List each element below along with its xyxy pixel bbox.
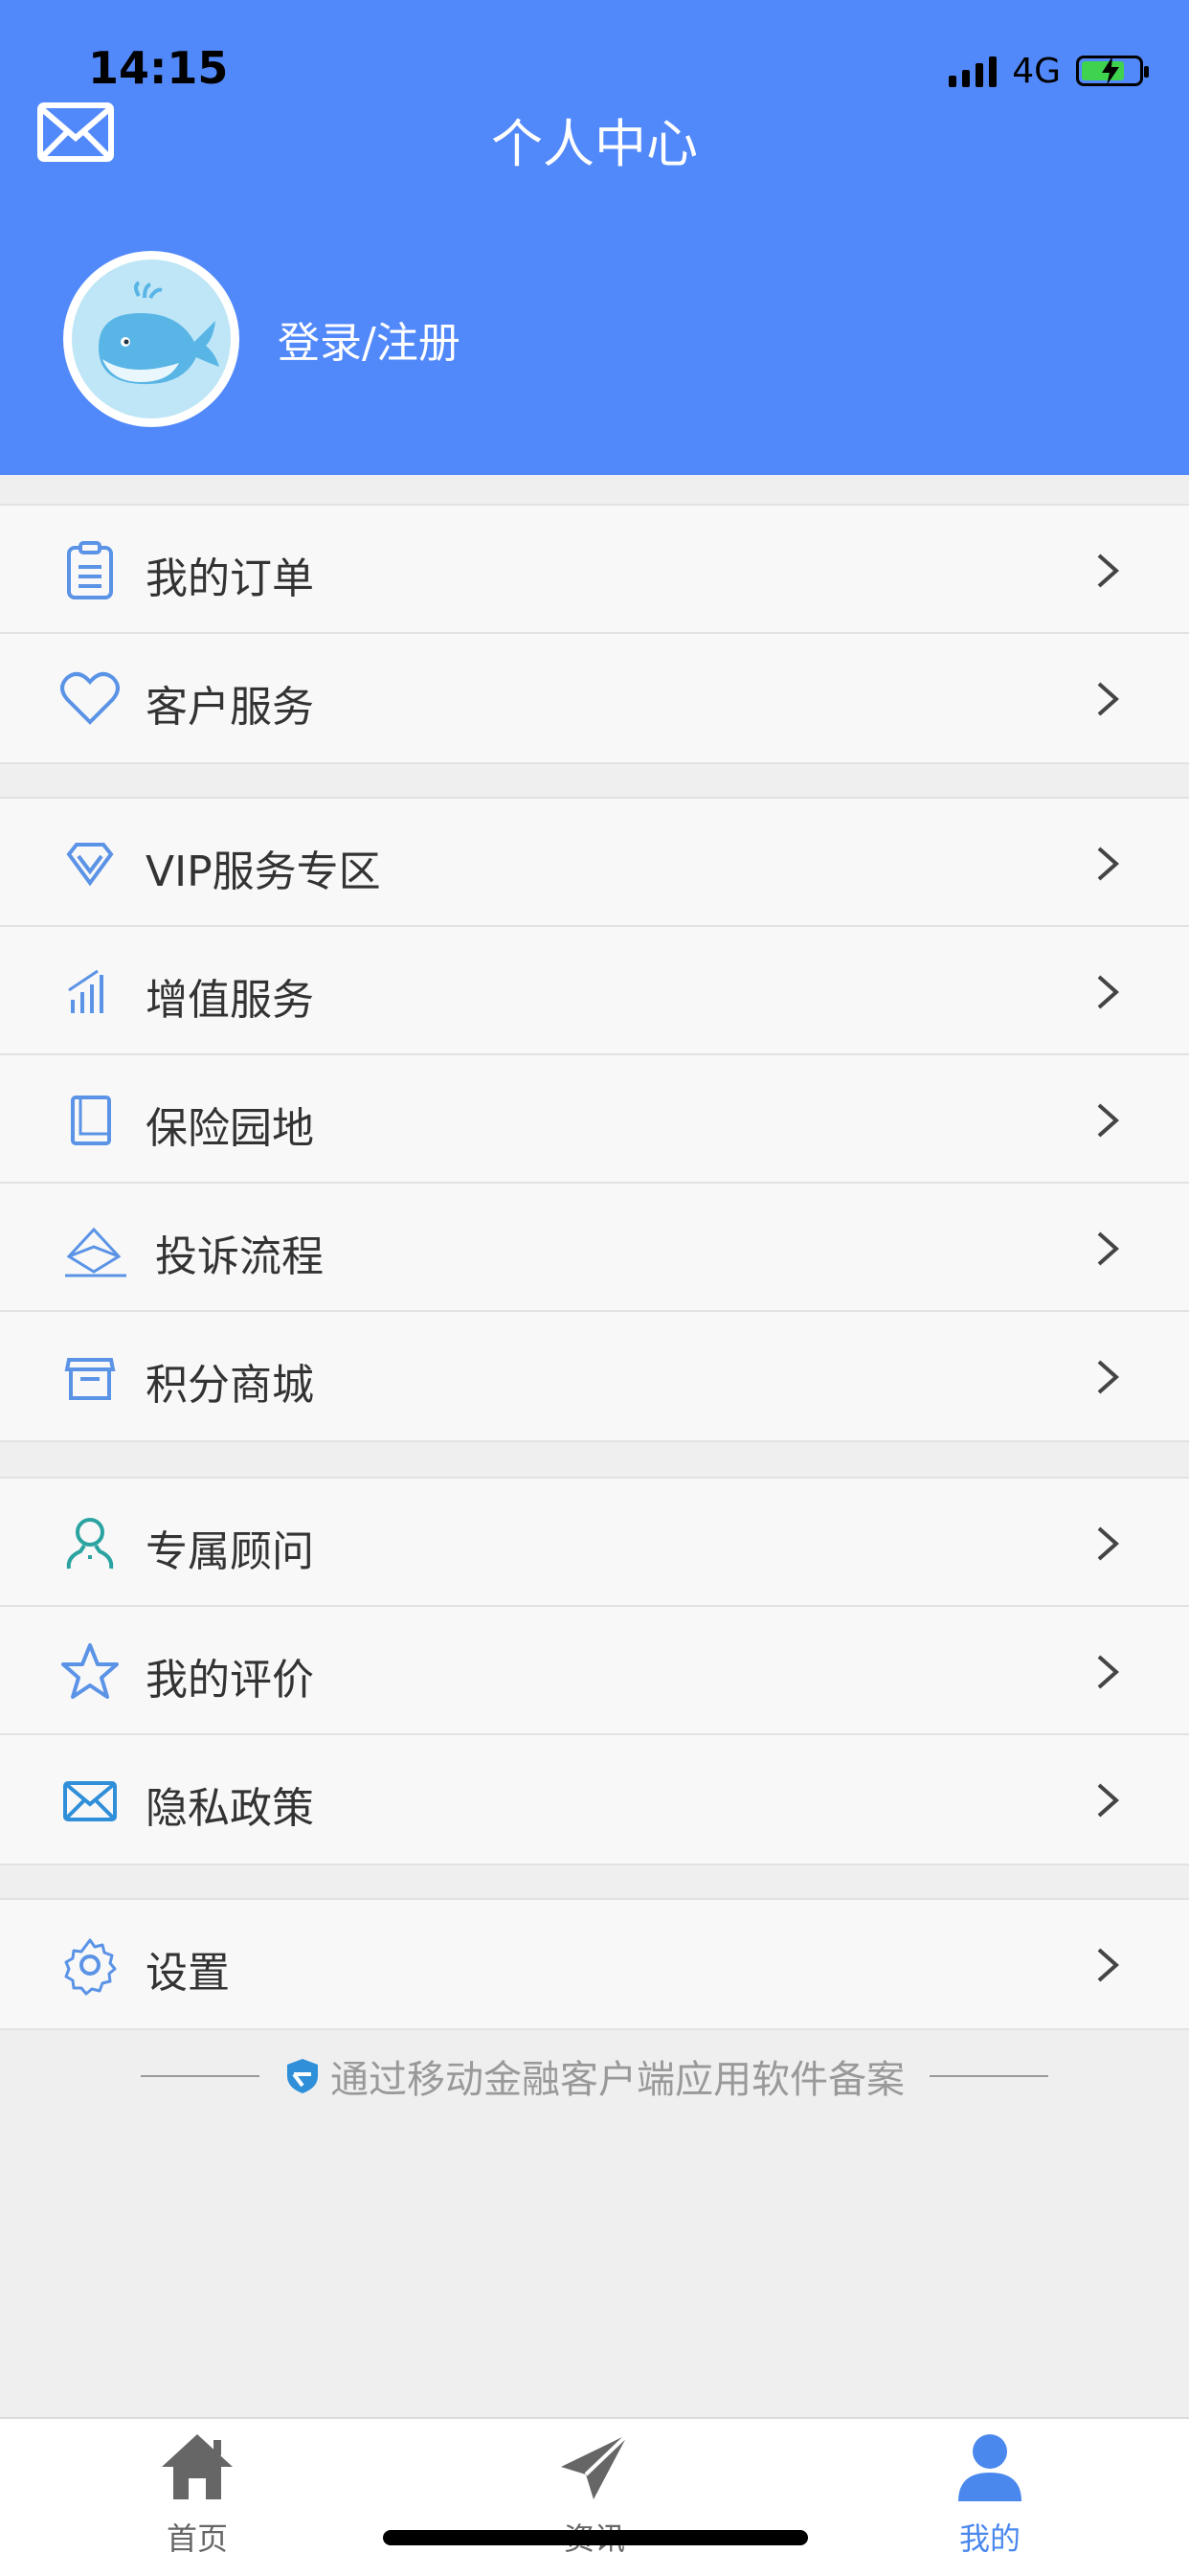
chevron-right-icon	[1097, 682, 1120, 716]
book-icon	[71, 1096, 111, 1145]
battery-icon	[1076, 56, 1149, 86]
tab-label: 我的	[958, 2520, 1021, 2557]
menu-item-label: 我的订单	[146, 554, 314, 603]
menu-item-label: 隐私政策	[146, 1784, 314, 1833]
menu-item-label: VIP服务专区	[146, 847, 381, 896]
mail-icon	[63, 1781, 117, 1821]
menu-item-label: 积分商城	[146, 1361, 314, 1410]
menu-group-services: VIP服务专区 增值服务 保险园地 投诉流程 积分商城	[0, 797, 1189, 1442]
divider	[930, 2075, 1048, 2077]
chevron-right-icon	[1097, 554, 1120, 588]
menu-item-settings[interactable]: 设置	[0, 1900, 1189, 2028]
divider	[141, 2075, 259, 2077]
envelope-open-icon	[65, 1227, 126, 1277]
profile-header: 14:15 4G 个人中心 登录/注册	[0, 0, 1189, 475]
menu-item-label: 增值服务	[146, 976, 314, 1025]
home-icon	[162, 2434, 233, 2499]
menu-item-insurance[interactable]: 保险园地	[0, 1055, 1189, 1184]
chevron-right-icon	[1097, 1103, 1120, 1138]
chevron-right-icon	[1097, 847, 1120, 881]
star-icon	[61, 1643, 119, 1699]
bar-chart-icon	[68, 969, 103, 1013]
menu-item-label: 设置	[146, 1949, 230, 1998]
chevron-right-icon	[1097, 1360, 1120, 1394]
page-title: 个人中心	[491, 114, 698, 174]
person-icon	[958, 2434, 1021, 2501]
diamond-icon	[66, 843, 114, 887]
tab-home[interactable]: 首页	[101, 2429, 293, 2559]
menu-item-points-mall[interactable]: 积分商城	[0, 1312, 1189, 1440]
menu-item-privacy-policy[interactable]: 隐私政策	[0, 1735, 1189, 1864]
chevron-right-icon	[1097, 1526, 1120, 1561]
menu-item-label: 客户服务	[146, 683, 314, 732]
status-time: 14:15	[88, 42, 229, 94]
advisor-icon	[66, 1518, 114, 1570]
paper-plane-icon	[561, 2432, 630, 2499]
menu-item-my-reviews[interactable]: 我的评价	[0, 1607, 1189, 1735]
filing-note-text: 通过移动金融客户端应用软件备案	[330, 2058, 905, 2102]
whale-icon	[99, 281, 219, 385]
menu-item-customer-service[interactable]: 客户服务	[0, 634, 1189, 762]
avatar[interactable]	[63, 251, 239, 427]
tab-bar: 首页 资讯 我的	[0, 2417, 1189, 2576]
store-icon	[64, 1358, 116, 1400]
menu-item-label: 保险园地	[146, 1104, 314, 1153]
menu-item-my-orders[interactable]: 我的订单	[0, 506, 1189, 634]
tab-label: 首页	[166, 2520, 228, 2557]
menu-item-label: 我的评价	[146, 1656, 314, 1705]
tab-mine[interactable]: 我的	[894, 2429, 1086, 2559]
signal-icon	[949, 55, 998, 87]
menu-group-settings: 设置	[0, 1898, 1189, 2030]
filing-note: 通过移动金融客户端应用软件备案	[0, 2047, 1189, 2105]
gear-icon	[64, 1938, 117, 1996]
status-indicators: 4G	[949, 50, 1149, 92]
menu-item-advisor[interactable]: 专属顾问	[0, 1479, 1189, 1607]
chevron-right-icon	[1097, 975, 1120, 1009]
login-register-link[interactable]: 登录/注册	[278, 308, 460, 370]
chevron-right-icon	[1097, 1232, 1120, 1266]
chevron-right-icon	[1097, 1655, 1120, 1689]
menu-item-value-added[interactable]: 增值服务	[0, 927, 1189, 1055]
chevron-right-icon	[1097, 1783, 1120, 1818]
home-indicator	[383, 2530, 808, 2545]
chevron-right-icon	[1097, 1948, 1120, 1982]
clipboard-icon	[67, 541, 113, 599]
heart-icon	[60, 671, 120, 725]
menu-item-vip-zone[interactable]: VIP服务专区	[0, 799, 1189, 927]
menu-item-complaint[interactable]: 投诉流程	[0, 1184, 1189, 1312]
menu-group-advisor: 专属顾问 我的评价 隐私政策	[0, 1477, 1189, 1865]
network-type: 4G	[1012, 51, 1061, 91]
menu-group-orders: 我的订单 客户服务	[0, 504, 1189, 764]
menu-item-label: 投诉流程	[155, 1232, 324, 1281]
menu-item-label: 专属顾问	[146, 1527, 314, 1576]
shield-icon	[287, 2059, 318, 2093]
